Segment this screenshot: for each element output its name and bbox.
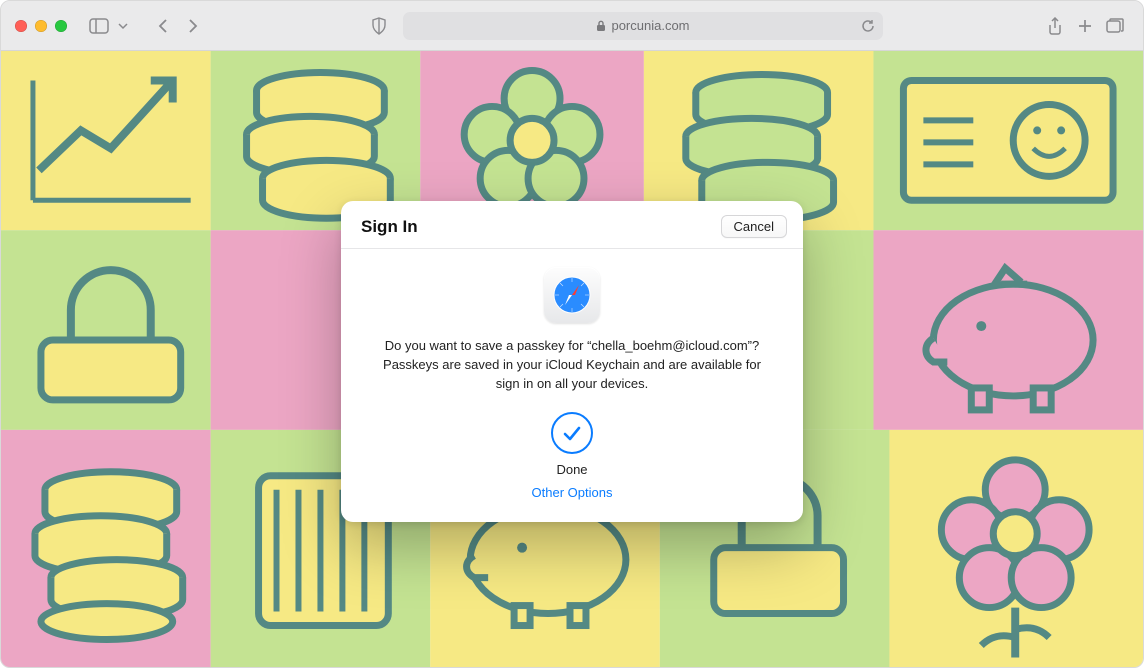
cancel-button[interactable]: Cancel <box>721 215 787 238</box>
page-content: Sign In Cancel <box>1 51 1143 667</box>
other-options-link[interactable]: Other Options <box>532 485 613 500</box>
privacy-shield-icon[interactable] <box>365 13 393 39</box>
back-button[interactable] <box>149 13 177 39</box>
reload-button[interactable] <box>861 19 875 33</box>
zoom-window-button[interactable] <box>55 20 67 32</box>
safari-app-icon <box>544 267 600 323</box>
address-host-text: porcunia.com <box>611 18 689 33</box>
dialog-header: Sign In Cancel <box>341 201 803 249</box>
sidebar-menu-chevron-icon[interactable] <box>115 13 131 39</box>
done-checkmark-icon <box>551 412 593 454</box>
minimize-window-button[interactable] <box>35 20 47 32</box>
dialog-message: Do you want to save a passkey for “chell… <box>382 337 762 394</box>
safari-window: porcunia.com <box>0 0 1144 668</box>
address-bar[interactable]: porcunia.com <box>403 12 883 40</box>
done-label: Done <box>556 462 587 477</box>
dialog-title: Sign In <box>361 217 418 237</box>
lock-icon <box>596 20 606 32</box>
new-tab-button[interactable] <box>1071 13 1099 39</box>
dialog-body: Do you want to save a passkey for “chell… <box>341 249 803 522</box>
sidebar-toggle-button[interactable] <box>85 13 113 39</box>
toolbar: porcunia.com <box>1 1 1143 51</box>
tab-overview-button[interactable] <box>1101 13 1129 39</box>
forward-button[interactable] <box>179 13 207 39</box>
window-controls <box>15 20 67 32</box>
passkey-dialog: Sign In Cancel <box>341 201 803 522</box>
close-window-button[interactable] <box>15 20 27 32</box>
share-button[interactable] <box>1041 13 1069 39</box>
